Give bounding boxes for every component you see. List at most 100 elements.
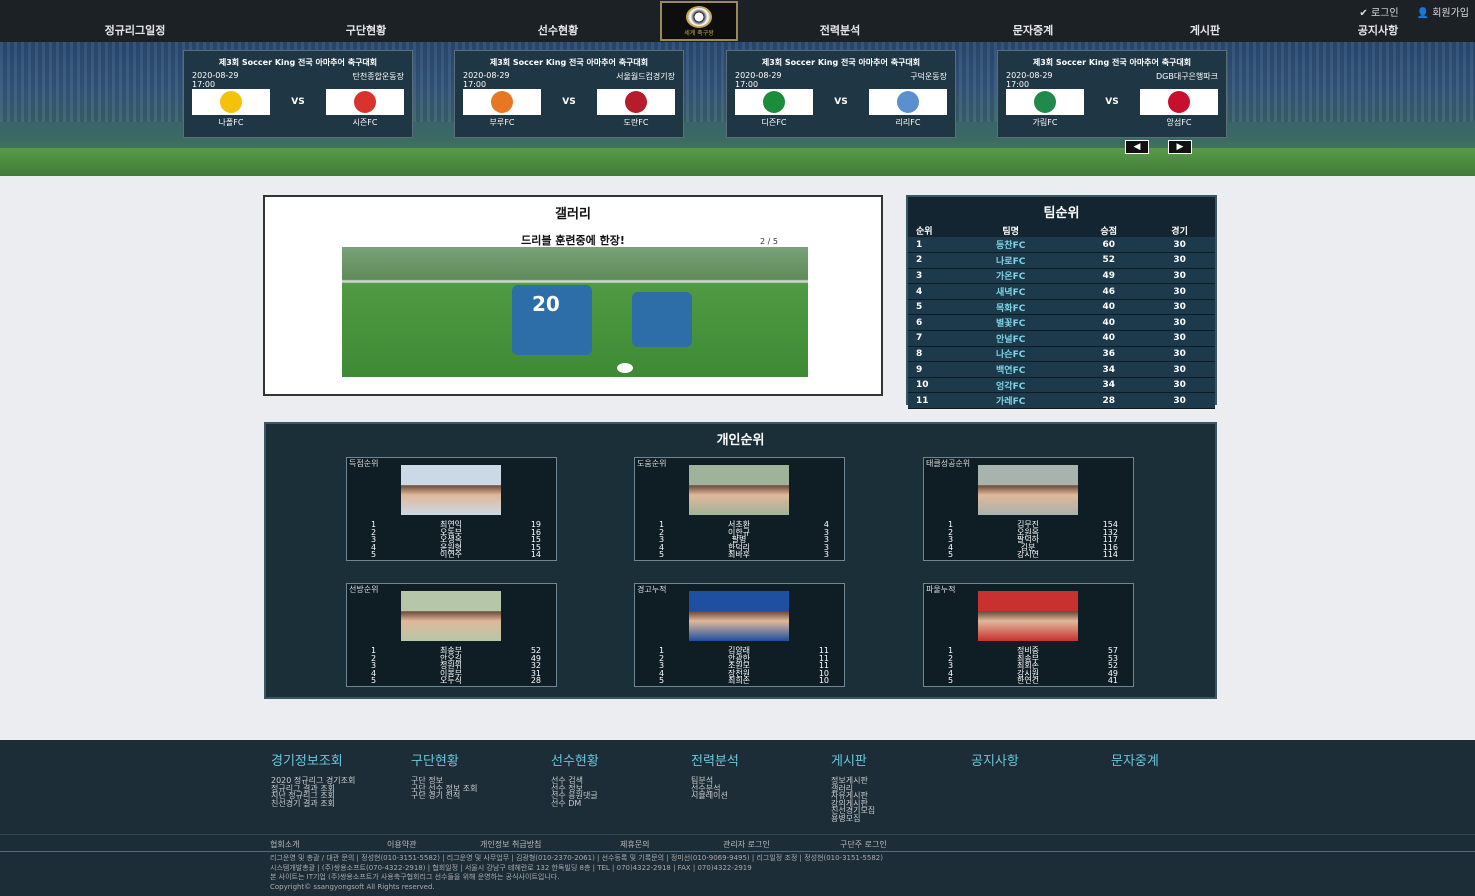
footer-bottom-link[interactable]: 구단주 로그인	[840, 839, 887, 850]
ranking-card[interactable]: 득점순위 1 최연익 19 2 오동부 16 3 오생옥 15 4 윤원형 15 5 이연주 14	[346, 457, 557, 561]
footer-info: 리그운영 및 총괄 / 대관 문의 | 정성현(010-3151-5582) |…	[270, 854, 883, 892]
nav-board[interactable]: 게시판	[1190, 22, 1220, 38]
rank-number: 2	[948, 653, 954, 663]
footer-link[interactable]: 친선경기 결과 조회	[271, 799, 355, 808]
footer-bottom-link[interactable]: 제휴문의	[620, 839, 649, 850]
rank-number: 4	[948, 542, 954, 552]
nav-live-text[interactable]: 문자중계	[1013, 22, 1053, 38]
nav-schedule[interactable]: 정규리그일정	[105, 22, 166, 38]
ranking-card-title: 파울누적	[926, 585, 956, 594]
footer-column-title[interactable]: 구단현황	[411, 750, 478, 769]
stat-value: 3	[823, 535, 829, 545]
join-link[interactable]: 👤 회원가입	[1417, 4, 1469, 19]
footer-bottom-link[interactable]: 관리자 로그인	[723, 839, 770, 850]
match-date: 2020-08-29	[463, 71, 510, 80]
player-name: 이연주	[439, 550, 463, 560]
match-card[interactable]: 제3회 Soccer King 전국 아마추어 축구대회 2020-08-29 1…	[726, 50, 956, 138]
rank-number: 2	[371, 653, 377, 663]
team-ranking-heading: 팀순위	[1043, 206, 1080, 221]
rank-number: 4	[948, 668, 954, 678]
footer-link[interactable]: 구단 경기 전적	[411, 792, 478, 800]
carousel-next-button[interactable]: ▶	[1168, 140, 1192, 154]
team-row[interactable]: 2 나로FC 52 30	[908, 252, 1215, 269]
team-name-cell[interactable]: 등찬FC	[948, 237, 1073, 253]
match-title: 제3회 Soccer King 전국 아마추어 축구대회	[218, 58, 378, 67]
home-crest-icon	[763, 91, 785, 113]
footer-column-title[interactable]: 선수현황	[551, 750, 599, 769]
carousel-prev-button[interactable]: ◀	[1125, 140, 1149, 154]
team-name-cell[interactable]: 안널FC	[948, 331, 1073, 347]
ranking-card[interactable]: 파울누적 1 정비중 57 2 최송부 53 3 최회손 52 4 강시원 49 5 한연건 41	[923, 583, 1134, 687]
team-row[interactable]: 4 새녁FC 46 30	[908, 283, 1215, 300]
team-name-cell[interactable]: 별꽃FC	[948, 315, 1073, 331]
team-name-cell[interactable]: 새녁FC	[948, 284, 1073, 300]
stat-value: 114	[1102, 550, 1118, 560]
ranking-card-title: 태클성공순위	[926, 459, 971, 468]
home-team-name: 나폴FC	[218, 118, 244, 127]
rank-number: 4	[659, 668, 665, 678]
ranking-card[interactable]: 도움순위 1 서초환 4 2 이한규 3 3 팔병 3 4 한덕리 3 5 최바후 3	[634, 457, 845, 561]
match-card[interactable]: 제3회 Soccer King 전국 아마추어 축구대회 2020-08-29 1…	[997, 50, 1227, 138]
site-logo[interactable]: 세계 축구왕	[660, 1, 738, 41]
team-name-cell[interactable]: 목화FC	[948, 299, 1073, 315]
nav-notice[interactable]: 공지사항	[1358, 22, 1398, 38]
team-name-cell[interactable]: 백연FC	[948, 362, 1073, 378]
login-link[interactable]: ✔ 로그인	[1359, 4, 1398, 19]
footer-bottom-link[interactable]: 이용약관	[387, 839, 416, 850]
footer-column: 공지사항	[971, 750, 1019, 777]
team-name-cell[interactable]: 가온FC	[948, 268, 1073, 284]
team-name-cell[interactable]: 나슨FC	[948, 346, 1073, 362]
player-photo	[689, 591, 789, 641]
footer-column-title[interactable]: 문자중계	[1111, 750, 1159, 769]
rank-number: 3	[948, 661, 954, 671]
ranking-card[interactable]: 선방순위 1 최송부 52 2 안오길 49 3 정원위 32 4 이봉부 31 5 오두식 28	[346, 583, 557, 687]
team-row[interactable]: 1 등찬FC 60 30	[908, 237, 1215, 253]
rank-number: 1	[948, 520, 954, 529]
nav-clubs[interactable]: 구단현황	[346, 22, 386, 38]
ranking-card[interactable]: 태클성공순위 1 김무진 154 2 오원옥 132 3 팔덕하 117 4 김분 116 5 강시연 11…	[923, 457, 1134, 561]
footer-column-title[interactable]: 게시판	[831, 750, 875, 769]
team-row[interactable]: 3 가온FC 49 30	[908, 268, 1215, 284]
footer-link[interactable]: 선수 DM	[551, 799, 599, 808]
team-name-cell[interactable]: 나로FC	[948, 253, 1073, 269]
player-photo	[401, 591, 501, 641]
player-photo	[689, 465, 789, 515]
match-card[interactable]: 제3회 Soccer King 전국 아마추어 축구대회 2020-08-29 1…	[183, 50, 413, 138]
gallery-photo[interactable]: 20	[342, 247, 808, 377]
match-card[interactable]: 제3회 Soccer King 전국 아마추어 축구대회 2020-08-29 1…	[454, 50, 684, 138]
team-row[interactable]: 11 가레FC 28 30	[908, 392, 1215, 409]
footer-column-title[interactable]: 공지사항	[971, 750, 1019, 769]
col-games: 경기	[1171, 226, 1188, 237]
team-name-cell[interactable]: 엉각FC	[948, 377, 1073, 393]
ranking-list: 1 최연익 19 2 오동부 16 3 오생옥 15 4 윤원형 15 5 이연주 14	[361, 521, 541, 559]
footer-link[interactable]: 용병모집	[831, 815, 875, 823]
col-points: 승점	[1100, 226, 1118, 237]
rank-number: 2	[371, 527, 377, 537]
nav-players[interactable]: 선수현황	[538, 22, 578, 38]
team-row[interactable]: 9 백연FC 34 30	[908, 361, 1215, 378]
away-team-name: 시즌FC	[352, 118, 378, 127]
footer-column: 전력분석 팀분석 선수분석 시뮬레이션	[691, 750, 739, 800]
footer-bottom-link[interactable]: 협회소개	[270, 839, 299, 850]
team-row[interactable]: 6 별꽃FC 40 30	[908, 314, 1215, 331]
team-row[interactable]: 5 목화FC 40 30	[908, 299, 1215, 315]
footer-link[interactable]: 시뮬레이션	[691, 792, 739, 800]
vs-label: VS	[1105, 97, 1119, 107]
ranking-card[interactable]: 경고누적 1 김양래 11 2 안광한 11 3 조원모 11 4 장천원 10 5 최희손 10	[634, 583, 845, 687]
footer-column-title[interactable]: 경기정보조회	[271, 750, 355, 769]
footer-column: 경기정보조회 2020 정규리그 경기조회 정규리그 결과 조회 지난 정규리그 조회…	[271, 750, 355, 807]
team-row[interactable]: 7 안널FC 40 30	[908, 330, 1215, 347]
team-name-cell[interactable]: 가레FC	[948, 393, 1073, 409]
footer-bottom-link[interactable]: 개인정보 취급방침	[480, 839, 541, 850]
team-row[interactable]: 8 나슨FC 36 30	[908, 346, 1215, 362]
player-name: 최바후	[727, 550, 751, 560]
footer-info-line: Copyright© ssangyongsoft All Rights rese…	[270, 882, 435, 891]
rank-cell: 6	[916, 317, 923, 328]
footer-column-title[interactable]: 전력분석	[691, 750, 739, 769]
match-datetime: 2020-08-29 17:00	[1006, 71, 1053, 89]
ranking-list: 1 서초환 4 2 이한규 3 3 팔병 3 4 한덕리 3 5 최바후 3	[649, 521, 829, 559]
vs-label: VS	[291, 97, 305, 107]
team-row[interactable]: 10 엉각FC 34 30	[908, 377, 1215, 393]
nav-analysis[interactable]: 전력분석	[820, 22, 860, 38]
match-title: 제3회 Soccer King 전국 아마추어 축구대회	[1032, 58, 1192, 67]
